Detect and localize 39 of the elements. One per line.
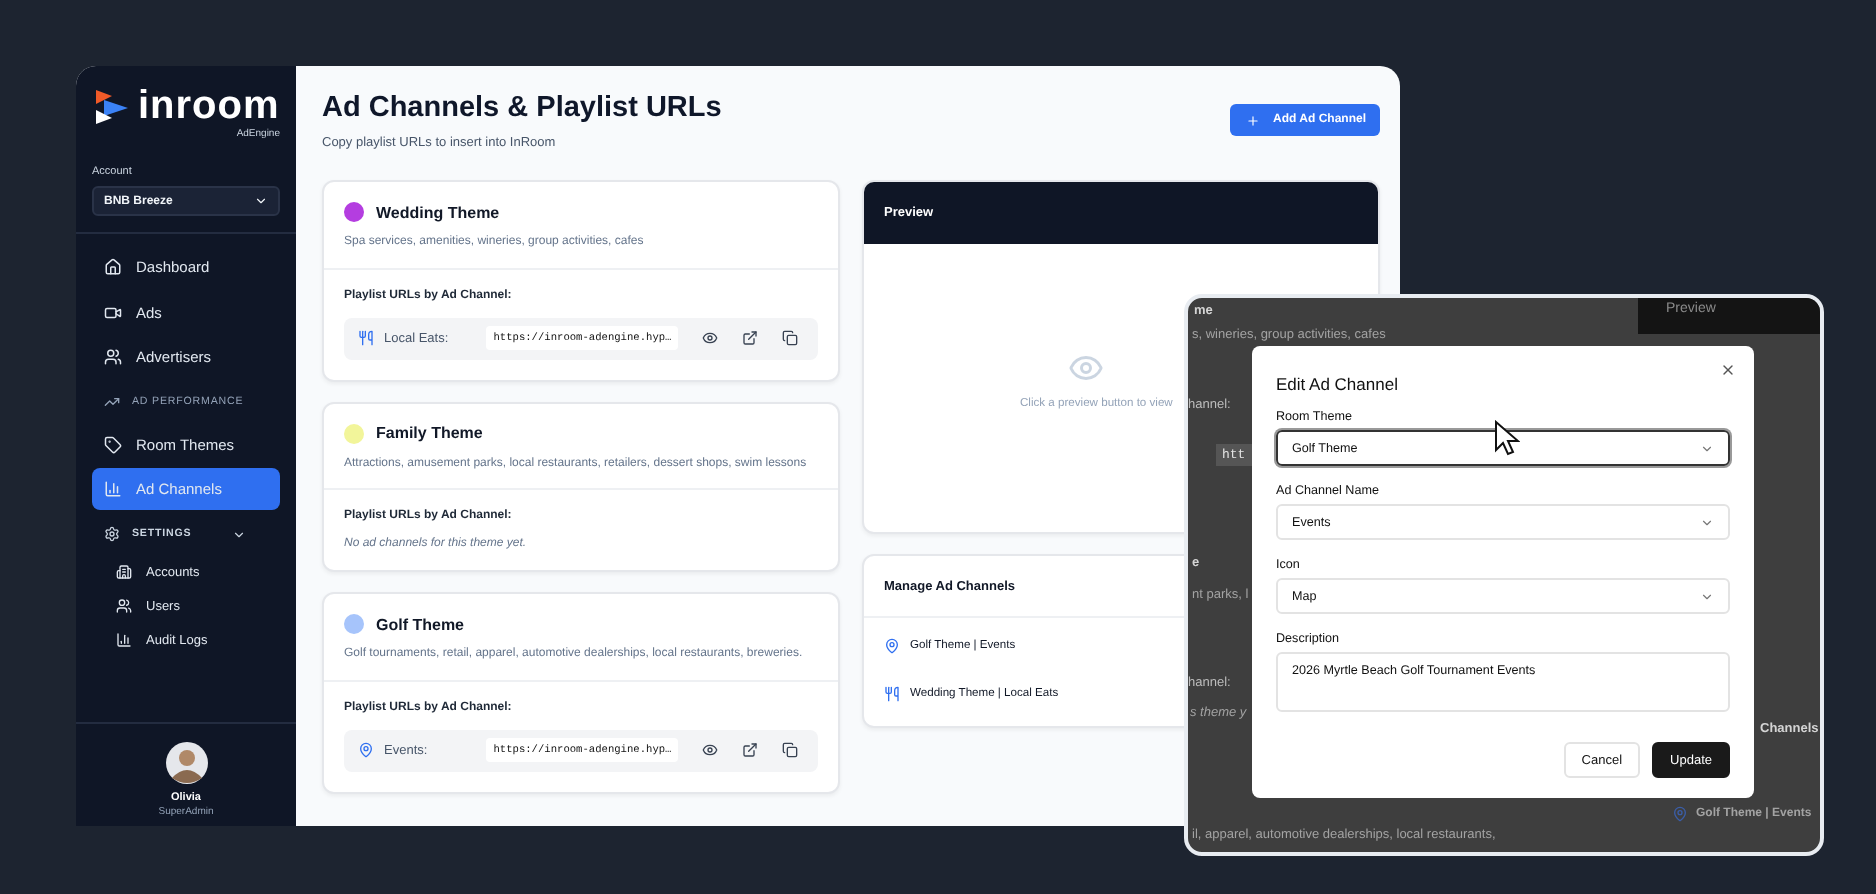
external-link-icon [741,330,758,346]
utensils-icon [884,686,900,702]
theme-name: Family Theme [376,424,483,442]
copy-icon [781,742,798,758]
chevron-icon [1700,589,1714,603]
people-icon [116,598,132,614]
logo-text: inroom [138,86,280,126]
logo-icon [96,89,128,123]
trend-icon [104,394,120,410]
eye-icon [702,742,719,758]
camera-icon [104,303,122,321]
chevron-icon [1700,515,1714,529]
settings-icon [104,526,120,542]
building-icon [116,564,132,580]
people-icon [104,348,122,366]
eye-icon [1068,350,1104,386]
bar-chart-icon [116,632,132,648]
chevron-icon [254,194,268,208]
map-pin-icon [884,638,900,654]
utensils-icon [358,330,374,346]
page-title: Ad Channels & Playlist URLs [322,92,722,124]
cursor-icon [1494,420,1520,456]
bar-chart-icon [104,480,122,498]
chevron-icon [231,527,246,541]
avatar [165,742,207,784]
house-icon [104,258,122,276]
chevron-icon [1700,441,1714,455]
close-icon [1720,362,1736,378]
eye-icon [702,330,719,346]
plus-icon [1245,113,1260,127]
external-link-icon [741,742,758,758]
tag-icon [104,435,122,453]
map-pin-icon [1672,806,1688,822]
theme-name: Wedding Theme [376,203,500,221]
theme-name: Golf Theme [376,615,465,633]
copy-icon [781,330,798,346]
close-button[interactable] [1720,362,1736,378]
map-pin-icon [358,742,374,758]
dialog-title: Edit Ad Channel [1276,374,1400,394]
